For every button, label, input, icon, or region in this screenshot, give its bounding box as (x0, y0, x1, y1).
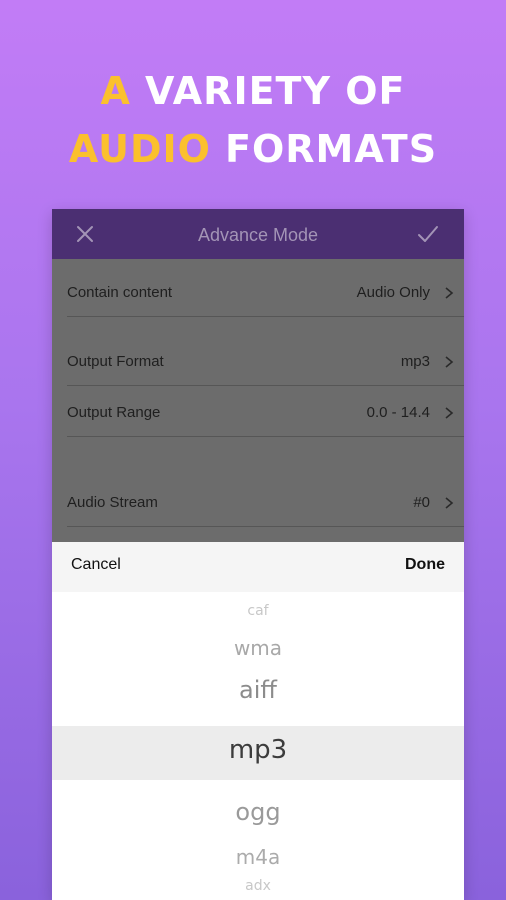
row-divider (67, 385, 464, 386)
setting-row-audio-stream[interactable]: Audio Stream #0 (67, 478, 464, 528)
setting-value: 0.0 - 14.4 (366, 404, 430, 421)
chevron-right-icon (445, 497, 454, 509)
setting-row-output-format[interactable]: Output Format mp3 (67, 337, 464, 387)
headline-line-2: AUDIO FORMATS (0, 120, 506, 178)
check-icon[interactable] (416, 223, 440, 245)
picker-option[interactable]: adx (52, 878, 464, 894)
promo-headline: A VARIETY OF AUDIO FORMATS (0, 62, 506, 178)
setting-value: Audio Only (356, 284, 430, 301)
row-divider (67, 316, 464, 317)
phone-screen: Advance Mode Contain content Audio Only … (52, 209, 464, 900)
row-divider (67, 526, 464, 527)
picker-toolbar: Cancel Done (52, 542, 464, 592)
headline-accent-word: AUDIO (68, 127, 211, 171)
chevron-right-icon (445, 356, 454, 368)
chevron-right-icon (445, 287, 454, 299)
setting-label: Output Format (67, 353, 164, 370)
setting-row-contain-content[interactable]: Contain content Audio Only (67, 268, 464, 318)
setting-value: mp3 (400, 353, 430, 370)
close-icon[interactable] (74, 223, 96, 245)
setting-label: Contain content (67, 284, 173, 301)
headline-text: VARIETY OF (144, 69, 406, 113)
setting-label: Audio Stream (67, 494, 158, 511)
row-divider (67, 436, 464, 437)
picker-option[interactable]: aiff (52, 676, 464, 704)
picker-option[interactable]: wma (52, 636, 464, 660)
cancel-button[interactable]: Cancel (71, 542, 121, 588)
setting-row-output-range[interactable]: Output Range 0.0 - 14.4 (67, 388, 464, 438)
picker-option[interactable]: ogg (52, 798, 464, 826)
headline-accent-word: A (100, 69, 131, 113)
picker-option[interactable]: caf (52, 603, 464, 619)
setting-value: #0 (413, 494, 430, 511)
chevron-right-icon (445, 407, 454, 419)
headline-text: FORMATS (225, 127, 438, 171)
format-picker-sheet: Cancel Done caf wma aiff mp3 ogg m4a adx (52, 542, 464, 900)
app-bar: Advance Mode (52, 209, 464, 259)
picker-option-selected[interactable]: mp3 (52, 735, 464, 765)
done-button[interactable]: Done (405, 542, 445, 588)
page-title: Advance Mode (197, 225, 319, 245)
picker-option[interactable]: m4a (52, 845, 464, 869)
setting-label: Output Range (67, 404, 161, 421)
format-picker-wheel[interactable]: caf wma aiff mp3 ogg m4a adx (52, 592, 464, 900)
headline-line-1: A VARIETY OF (0, 62, 506, 120)
